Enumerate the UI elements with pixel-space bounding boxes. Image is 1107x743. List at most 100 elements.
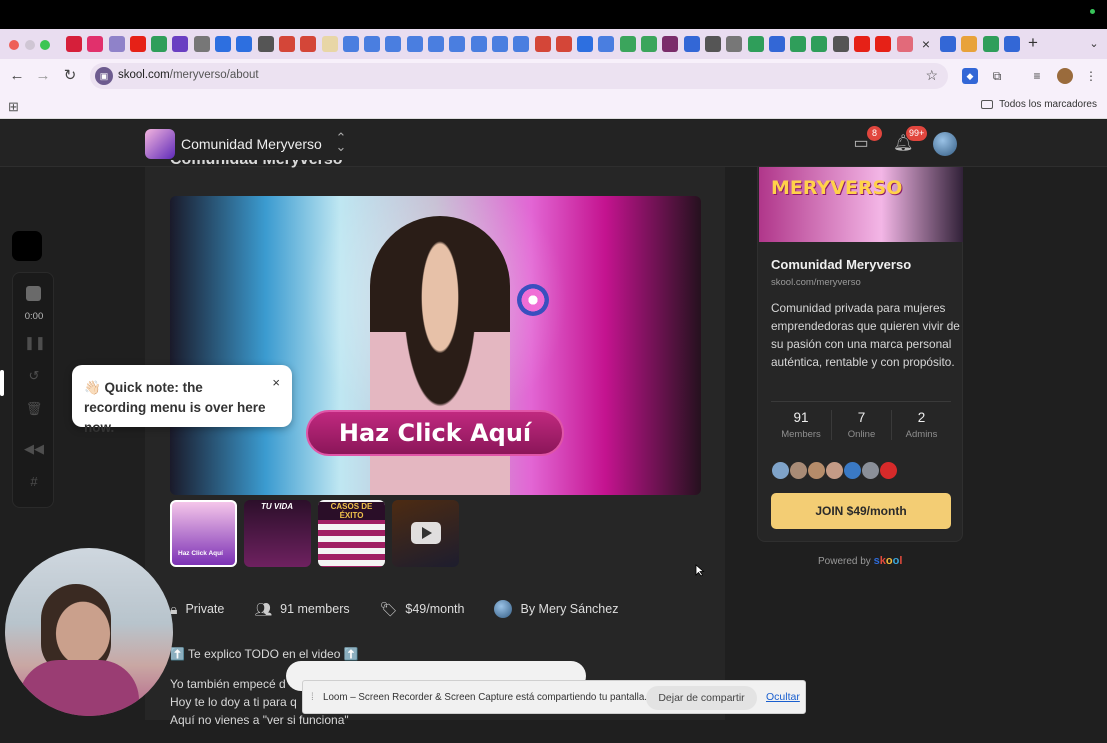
member-avatars[interactable] bbox=[771, 461, 898, 480]
tab-favicon-icon[interactable] bbox=[236, 36, 253, 52]
tab-favicon-icon[interactable] bbox=[470, 36, 487, 52]
tab-favicon-icon[interactable] bbox=[300, 36, 317, 52]
site-info-icon[interactable]: ▣ bbox=[95, 67, 113, 85]
os-menu-strip bbox=[0, 0, 1107, 29]
tab-favicon-icon[interactable] bbox=[278, 36, 295, 52]
member-avatar bbox=[825, 461, 844, 480]
tab-favicon-icon[interactable] bbox=[641, 36, 658, 52]
extension-icon[interactable]: ◆ bbox=[962, 68, 978, 84]
tab-favicon-icon[interactable] bbox=[704, 36, 721, 52]
tab-favicon-icon[interactable] bbox=[513, 36, 530, 52]
tab-favicon-icon[interactable] bbox=[982, 36, 999, 52]
pause-icon[interactable]: ❚❚ bbox=[24, 335, 46, 351]
join-button[interactable]: JOIN $49/month bbox=[771, 493, 951, 529]
tab-strip: × + ⌄ bbox=[0, 29, 1107, 59]
tab-favicon-icon[interactable] bbox=[1003, 36, 1020, 52]
author-info[interactable]: By Mery Sánchez bbox=[494, 600, 618, 618]
tab-favicon-icon[interactable] bbox=[364, 36, 381, 52]
stop-sharing-button[interactable]: Dejar de compartir bbox=[646, 686, 757, 710]
user-avatar[interactable] bbox=[933, 132, 957, 156]
browser-menu-icon[interactable]: ⋮ bbox=[1083, 68, 1099, 84]
tab-favicon-icon[interactable] bbox=[257, 36, 274, 52]
tab-favicon-icon[interactable] bbox=[129, 36, 146, 52]
loom-camera-toggle[interactable] bbox=[12, 231, 42, 261]
tab-favicon-icon[interactable] bbox=[172, 36, 189, 52]
tab-favicon-icon[interactable] bbox=[662, 36, 679, 52]
tab-favicon-icon[interactable] bbox=[832, 36, 849, 52]
trailing-tabs[interactable] bbox=[940, 36, 1020, 52]
forward-arrow-icon[interactable]: → bbox=[34, 67, 52, 85]
drag-grip-icon[interactable]: ⁞ bbox=[311, 692, 314, 703]
bookmark-star-icon[interactable]: ☆ bbox=[925, 67, 938, 84]
tab-favicon-icon[interactable] bbox=[683, 36, 700, 52]
tab-favicon-icon[interactable] bbox=[961, 36, 978, 52]
tab-favicon-icon[interactable] bbox=[321, 36, 338, 52]
tab-favicon-icon[interactable] bbox=[342, 36, 359, 52]
webcam-bubble[interactable] bbox=[5, 548, 173, 716]
powered-by[interactable]: Powered by skool bbox=[818, 555, 902, 567]
grid-icon[interactable]: # bbox=[24, 474, 44, 490]
thumbnail-1[interactable]: Haz Click Aquí bbox=[170, 500, 237, 567]
reload-icon[interactable]: ↻ bbox=[61, 67, 79, 85]
tab-favicon-icon[interactable] bbox=[385, 36, 402, 52]
media-controls-icon[interactable]: ≡ bbox=[1029, 68, 1045, 84]
sidebar-title: Comunidad Meryverso bbox=[771, 257, 912, 272]
thumbnail-4-video[interactable] bbox=[392, 500, 459, 567]
hero-media[interactable]: Haz Click Aquí bbox=[170, 196, 701, 495]
tab-favicon-icon[interactable] bbox=[534, 36, 551, 52]
tab-favicon-icon[interactable] bbox=[449, 36, 466, 52]
back-arrow-icon[interactable]: ← bbox=[8, 67, 26, 85]
tab-favicon-icon[interactable] bbox=[790, 36, 807, 52]
hide-link[interactable]: Ocultar bbox=[766, 691, 800, 703]
tab-favicon-icon[interactable] bbox=[598, 36, 615, 52]
extensions-puzzle-icon[interactable]: ⧉ bbox=[989, 68, 1005, 84]
stop-recording-button[interactable] bbox=[26, 286, 41, 301]
tab-favicon-icon[interactable] bbox=[811, 36, 828, 52]
community-name[interactable]: Comunidad Meryverso bbox=[181, 136, 322, 152]
close-window-button[interactable] bbox=[9, 40, 19, 50]
profile-avatar-icon[interactable] bbox=[1057, 68, 1073, 84]
minimize-window-button[interactable] bbox=[25, 40, 35, 50]
tooltip-close-icon[interactable]: × bbox=[272, 375, 280, 390]
tab-favicon-icon[interactable] bbox=[215, 36, 232, 52]
sidebar-url[interactable]: skool.com/meryverso bbox=[771, 277, 861, 288]
maximize-window-button[interactable] bbox=[40, 40, 50, 50]
url-text[interactable]: skool.com/meryverso/about bbox=[118, 69, 259, 81]
restart-icon[interactable]: ↺ bbox=[24, 368, 44, 384]
tab-favicon-icon[interactable] bbox=[875, 36, 892, 52]
tab-favicon-icon[interactable] bbox=[726, 36, 743, 52]
stat-online: 7 Online bbox=[831, 410, 891, 440]
trash-icon[interactable]: 🗑︎ bbox=[24, 401, 44, 417]
tab-favicon-icon[interactable] bbox=[108, 36, 125, 52]
close-tab-icon[interactable]: × bbox=[917, 35, 935, 53]
thumbnail-3[interactable]: CASOS DE ÉXITO bbox=[318, 500, 385, 567]
tab-favicon-icon[interactable] bbox=[853, 36, 870, 52]
tab-favicon-icon[interactable] bbox=[768, 36, 785, 52]
hero-cta-button[interactable]: Haz Click Aquí bbox=[306, 410, 564, 456]
tab-favicon-icon[interactable] bbox=[193, 36, 210, 52]
pinned-tabs[interactable] bbox=[66, 36, 913, 52]
tab-favicon-icon[interactable] bbox=[940, 36, 956, 52]
apps-grid-icon[interactable]: ⊞ bbox=[8, 99, 19, 115]
url-host: skool.com bbox=[118, 69, 170, 81]
community-logo[interactable] bbox=[145, 129, 175, 159]
rewind-icon[interactable]: ◀◀ bbox=[24, 441, 44, 457]
tab-favicon-icon[interactable] bbox=[896, 36, 913, 52]
address-bar[interactable]: ▣ skool.com/meryverso/about ☆ bbox=[90, 63, 948, 89]
tab-favicon-icon[interactable] bbox=[747, 36, 764, 52]
tab-favicon-icon[interactable] bbox=[491, 36, 508, 52]
all-bookmarks-folder[interactable]: Todos los marcadores bbox=[981, 99, 1097, 110]
tab-favicon-icon[interactable] bbox=[87, 36, 104, 52]
tab-favicon-icon[interactable] bbox=[428, 36, 445, 52]
new-tab-button[interactable]: + bbox=[1024, 34, 1042, 52]
tab-favicon-icon[interactable] bbox=[151, 36, 168, 52]
tab-search-chevron-icon[interactable]: ⌄ bbox=[1086, 35, 1102, 53]
tab-favicon-icon[interactable] bbox=[406, 36, 423, 52]
community-switcher-icon[interactable]: ⌃ ⌄ bbox=[334, 131, 348, 153]
tab-favicon-icon[interactable] bbox=[577, 36, 594, 52]
drag-handle[interactable] bbox=[0, 370, 4, 396]
thumbnail-2[interactable]: TU VIDA bbox=[244, 500, 311, 567]
tab-favicon-icon[interactable] bbox=[619, 36, 636, 52]
tab-favicon-icon[interactable] bbox=[555, 36, 572, 52]
tab-favicon-icon[interactable] bbox=[66, 36, 82, 52]
